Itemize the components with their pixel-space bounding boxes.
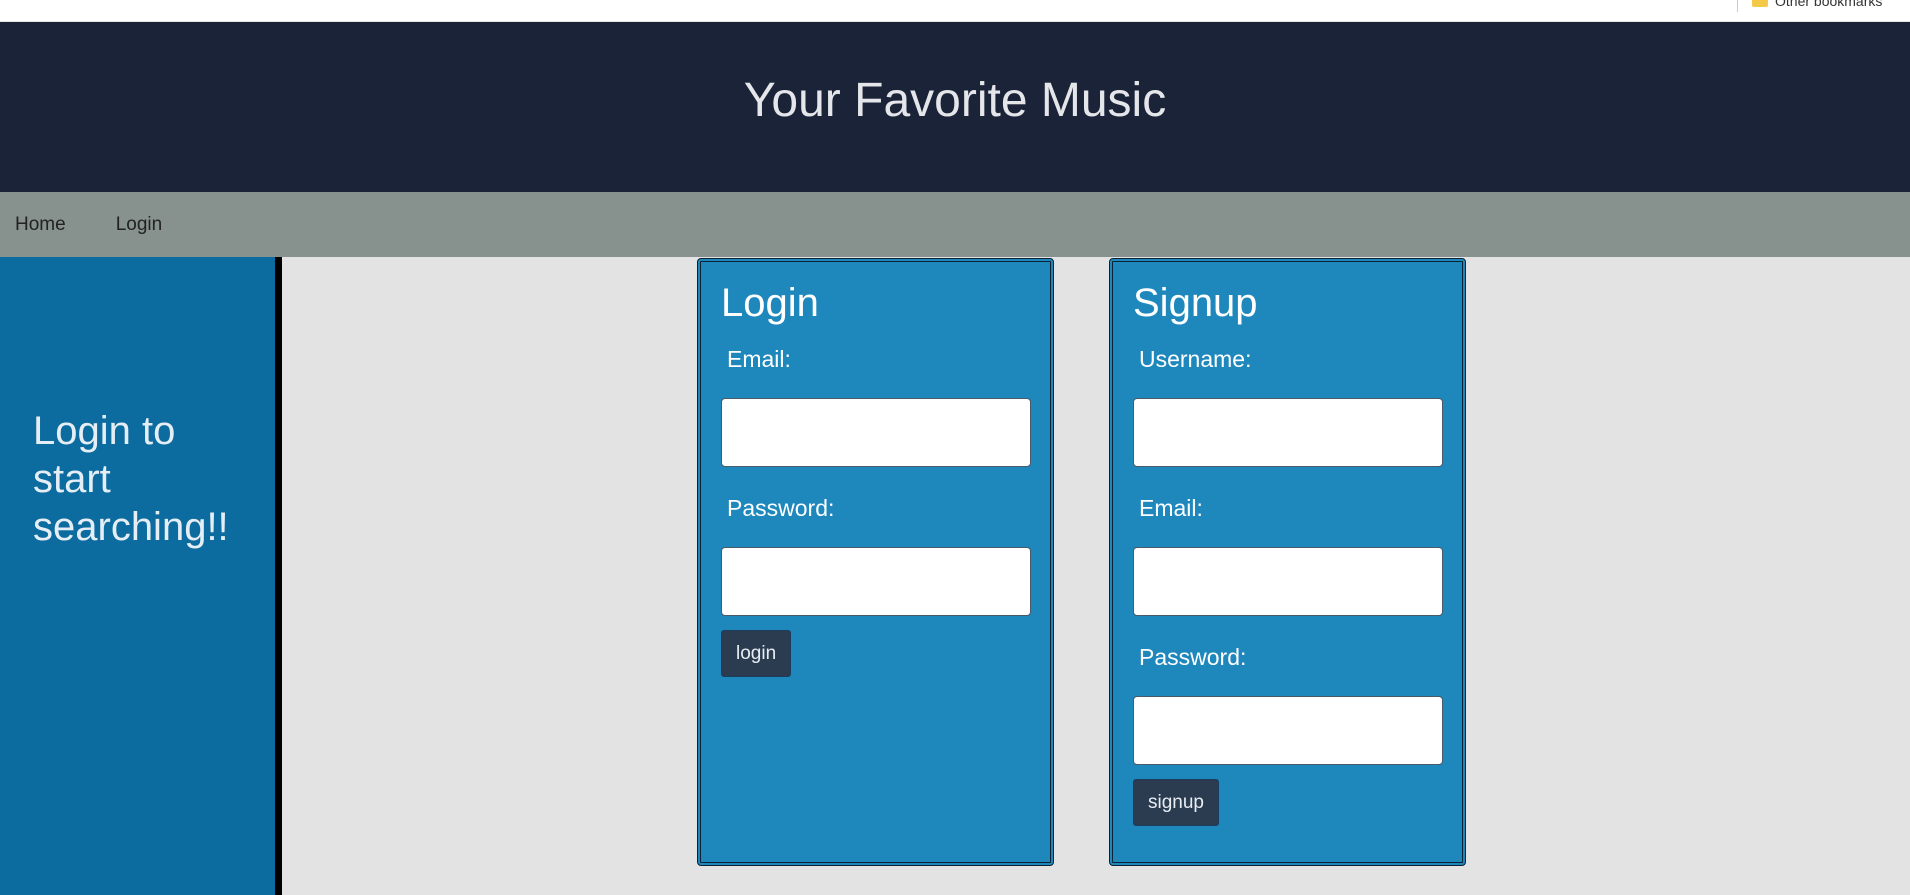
sidebar: Login to start searching!!: [0, 257, 275, 895]
other-bookmarks-label: Other bookmarks: [1775, 0, 1883, 9]
login-title: Login: [721, 281, 819, 325]
signup-button[interactable]: signup: [1133, 779, 1219, 826]
login-email-label: Email:: [727, 346, 791, 372]
login-email-input[interactable]: [721, 398, 1031, 467]
signup-username-label: Username:: [1139, 346, 1252, 372]
signup-email-label: Email:: [1139, 495, 1203, 521]
main-nav: Home Login: [0, 192, 1910, 257]
login-password-input[interactable]: [721, 547, 1031, 616]
bookmarks-bar: Other bookmarks: [0, 0, 1910, 22]
signup-title: Signup: [1133, 281, 1258, 325]
nav-link-login[interactable]: Login: [116, 214, 163, 236]
sidebar-divider: [275, 257, 282, 895]
site-title: Your Favorite Music: [743, 73, 1167, 127]
login-panel: Login Email: Password: login: [697, 258, 1054, 866]
site-header: Your Favorite Music: [0, 22, 1910, 192]
bookmarks-divider: [1737, 0, 1738, 12]
signup-username-input[interactable]: [1133, 398, 1443, 467]
login-password-label: Password:: [727, 495, 835, 521]
login-button[interactable]: login: [721, 630, 792, 677]
other-bookmarks-button[interactable]: Other bookmarks: [1752, 0, 1882, 11]
sidebar-message: Login to start searching!!: [33, 409, 229, 549]
signup-password-label: Password:: [1139, 644, 1247, 670]
signup-password-input[interactable]: [1133, 696, 1443, 765]
signup-email-input[interactable]: [1133, 547, 1443, 616]
signup-panel: Signup Username: Email: Password: signup: [1109, 258, 1466, 866]
main-content: Login Email: Password: login Signup User…: [282, 257, 1910, 895]
nav-link-home[interactable]: Home: [15, 214, 66, 236]
folder-icon: [1752, 0, 1768, 7]
